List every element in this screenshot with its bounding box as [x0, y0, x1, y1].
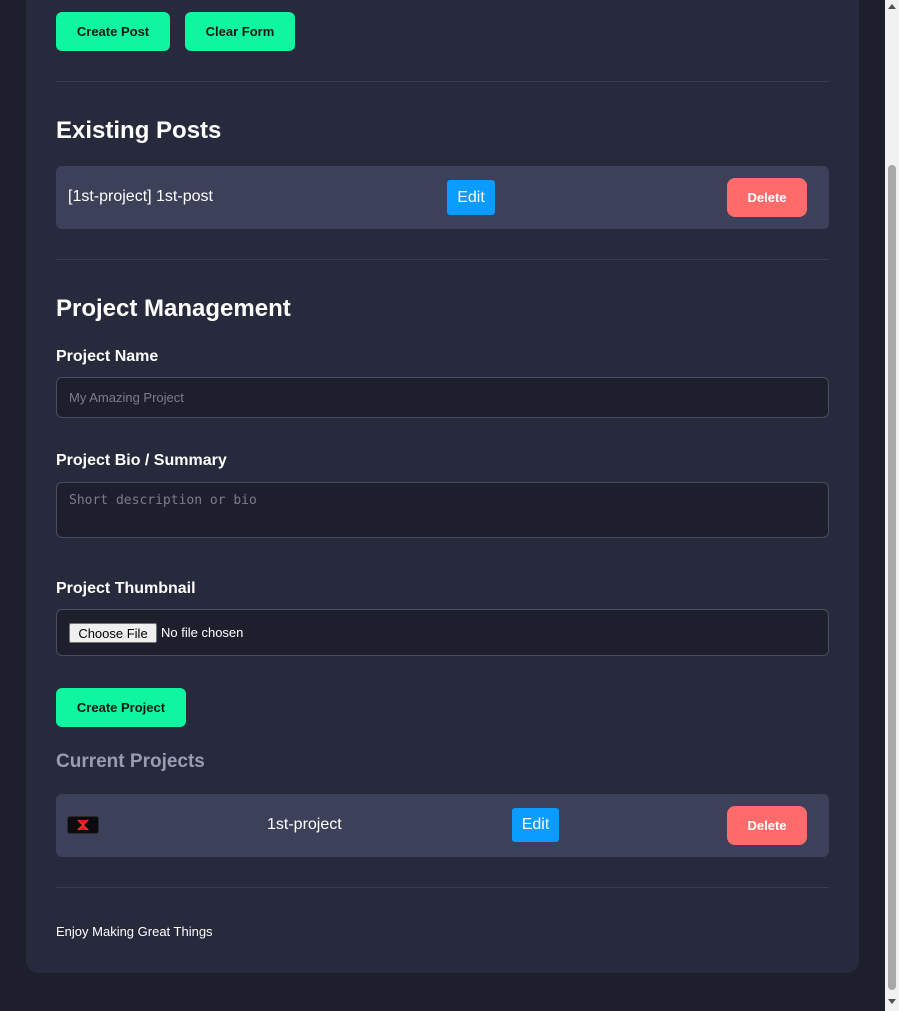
- project-delete-button[interactable]: Delete: [727, 806, 807, 845]
- scroll-up-icon[interactable]: [888, 4, 896, 9]
- project-edit-button[interactable]: Edit: [512, 808, 559, 842]
- project-bio-textarea[interactable]: [56, 482, 829, 538]
- current-projects-heading: Current Projects: [56, 751, 205, 772]
- section-divider: [56, 259, 829, 260]
- create-post-button[interactable]: Create Post: [56, 12, 170, 51]
- project-bio-label: Project Bio / Summary: [56, 452, 227, 469]
- file-status-text: No file chosen: [161, 625, 244, 640]
- post-list-item: [1st-project] 1st-post Edit Delete: [56, 166, 829, 229]
- scroll-down-icon[interactable]: [888, 999, 896, 1004]
- post-title: [1st-project] 1st-post: [68, 188, 213, 205]
- post-edit-button[interactable]: Edit: [447, 180, 495, 215]
- choose-file-button[interactable]: Choose File: [69, 623, 157, 643]
- scrollbar-thumb[interactable]: [888, 165, 896, 990]
- section-divider: [56, 81, 829, 82]
- project-thumbnail-label: Project Thumbnail: [56, 580, 196, 597]
- project-management-heading: Project Management: [56, 295, 291, 322]
- section-divider: [56, 887, 829, 888]
- create-project-button[interactable]: Create Project: [56, 688, 186, 727]
- footer-text: Enjoy Making Great Things: [56, 924, 213, 939]
- existing-posts-heading: Existing Posts: [56, 117, 222, 144]
- project-name: 1st-project: [267, 816, 342, 833]
- clear-form-button[interactable]: Clear Form: [185, 12, 295, 51]
- project-thumbnail-field: Choose File No file chosen: [56, 609, 829, 656]
- project-thumbnail-x-icon: [67, 816, 99, 834]
- post-delete-button[interactable]: Delete: [727, 178, 807, 217]
- project-name-input[interactable]: [56, 377, 829, 418]
- project-name-label: Project Name: [56, 348, 159, 365]
- project-list-item: 1st-project Edit Delete: [56, 794, 829, 857]
